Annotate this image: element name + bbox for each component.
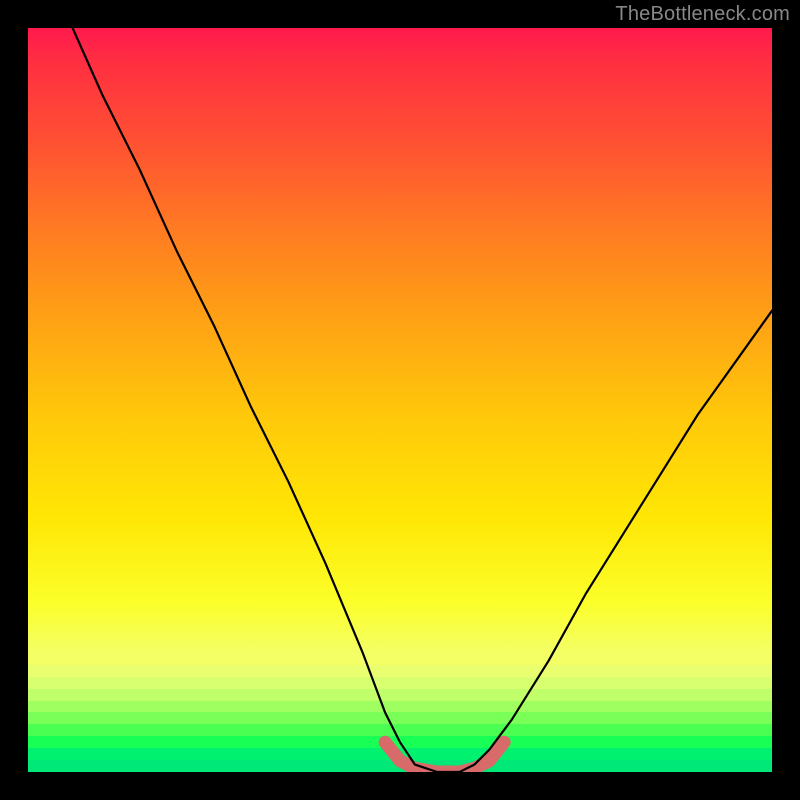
bottleneck-curve	[73, 28, 772, 772]
frame-border-top	[0, 0, 800, 28]
chart-frame: TheBottleneck.com	[0, 0, 800, 800]
frame-border-bottom	[0, 772, 800, 800]
frame-border-right	[772, 0, 800, 800]
curve-layer	[28, 28, 772, 772]
frame-border-left	[0, 0, 28, 800]
plot-area	[28, 28, 772, 772]
